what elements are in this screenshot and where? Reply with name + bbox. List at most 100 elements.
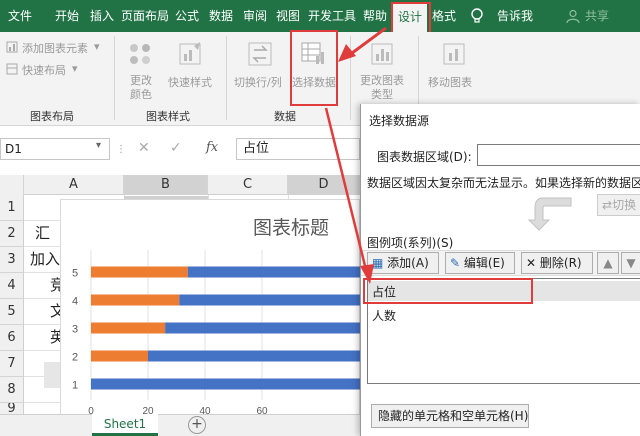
bar-segment[interactable] <box>91 350 148 362</box>
add-chart-element-button[interactable]: 添加图表元素 <box>22 40 88 56</box>
delete-label: 删除(R) <box>539 256 582 270</box>
hidden-empty-cells-button[interactable]: 隐藏的单元格和空单元格(H) <box>371 404 529 428</box>
tab-formulas[interactable]: 公式 <box>172 0 202 32</box>
row-header-1[interactable]: 1 <box>0 195 24 221</box>
tab-review[interactable]: 审阅 <box>240 0 270 32</box>
more-dots-icon: ⋮ <box>116 144 126 155</box>
bar-segment[interactable] <box>165 322 360 334</box>
tab-view[interactable]: 视图 <box>272 0 304 32</box>
move-down-button[interactable]: ▼ <box>621 252 640 274</box>
column-header-d[interactable]: D <box>288 175 360 195</box>
tell-me-search[interactable]: 告诉我 <box>492 0 538 32</box>
switch-row-column-button[interactable]: 切换行/列 <box>234 74 282 90</box>
sheet-tab-bar: Sheet1 + <box>0 414 360 436</box>
bar-segment[interactable] <box>91 378 360 390</box>
ribbon-separator <box>226 36 227 120</box>
cell-a2[interactable]: 汇 <box>35 222 50 243</box>
y-tick-label: 3 <box>72 324 78 336</box>
name-box[interactable]: D1 <box>0 138 110 160</box>
switch-label: 切换 <box>612 198 637 212</box>
row-header-8[interactable]: 8 <box>0 377 24 403</box>
tab-insert[interactable]: 插入 <box>86 0 118 32</box>
up-arrow-icon: ▲ <box>603 256 613 270</box>
quick-styles-icon <box>176 40 204 68</box>
add-sheet-button[interactable]: + <box>188 416 206 434</box>
bar-segment[interactable] <box>91 322 166 334</box>
column-header-a[interactable]: A <box>24 175 124 195</box>
row-header-4[interactable]: 4 <box>0 273 24 299</box>
add-label: 添加(A) <box>387 256 429 270</box>
tab-help[interactable]: 帮助 <box>358 0 392 32</box>
switch-row-column-icon <box>246 40 274 68</box>
quick-layout-icon <box>6 63 18 75</box>
dropdown-arrow-icon: ▾ <box>96 140 102 151</box>
y-tick-label: 4 <box>72 296 78 308</box>
add-series-button[interactable]: ▦ 添加(A) <box>367 252 439 274</box>
design-tab-highlight <box>391 2 431 34</box>
group-label-chart-styles: 图表样式 <box>146 110 190 123</box>
ribbon-separator <box>350 36 351 120</box>
chart-range-label: 图表数据区域(D): <box>377 150 472 164</box>
enter-icon[interactable]: ✓ <box>170 140 182 156</box>
sheet-tab-sheet1[interactable]: Sheet1 <box>92 414 158 436</box>
share-button[interactable]: 共享 <box>582 0 612 32</box>
change-colors-label: 更改颜色 <box>130 74 152 101</box>
select-all-corner[interactable] <box>0 175 24 195</box>
tab-page-layout[interactable]: 页面布局 <box>120 0 170 32</box>
row-header-3[interactable]: 3 <box>0 247 24 273</box>
cell-a8[interactable] <box>44 362 60 388</box>
select-data-source-dialog: 选择数据源 图表数据区域(D): 数据区域因太复杂而无法显示。如果选择新的数据区… <box>360 104 640 436</box>
y-tick-label: 5 <box>72 268 78 280</box>
tab-file[interactable]: 文件 <box>4 0 36 32</box>
chart-element-icon <box>6 41 18 53</box>
cell-a3[interactable]: 加入 <box>30 248 60 269</box>
quick-layout-button[interactable]: 快速布局 <box>22 62 66 78</box>
bar-segment[interactable] <box>148 350 360 362</box>
chart-area[interactable]: 图表标题 0 20 40 60 1 2 3 4 5 <box>60 199 360 417</box>
switch-row-column-dialog-button[interactable]: ⇄切换 <box>597 194 640 216</box>
delete-series-button[interactable]: ✕ 删除(R) <box>521 252 593 274</box>
column-header-c[interactable]: C <box>208 175 288 195</box>
cancel-icon[interactable]: ✕ <box>138 140 150 156</box>
formula-input[interactable]: 占位 <box>236 138 360 160</box>
move-chart-icon <box>440 40 468 68</box>
group-label-data: 数据 <box>274 110 296 123</box>
bar-segment[interactable] <box>91 266 188 278</box>
insert-function-icon[interactable]: fx <box>206 140 218 155</box>
move-chart-button[interactable]: 移动图表 <box>428 74 472 90</box>
group-label-chart-layouts: 图表布局 <box>30 110 74 123</box>
column-header-bar: A B C D <box>0 175 360 195</box>
row-header-2[interactable]: 2 <box>0 221 24 247</box>
tab-format[interactable]: 格式 <box>428 0 460 32</box>
move-up-button[interactable]: ▲ <box>597 252 619 274</box>
row-header-7[interactable]: 7 <box>0 351 24 377</box>
change-chart-type-icon <box>368 40 396 68</box>
change-chart-type-label: 更改图表类型 <box>360 74 404 101</box>
dropdown-arrow-icon: ▾ <box>94 40 100 53</box>
bar-segment[interactable] <box>179 294 360 306</box>
edit-series-button[interactable]: ✎ 编辑(E) <box>445 252 515 274</box>
tab-developer[interactable]: 开发工具 <box>306 0 358 32</box>
chart-range-input[interactable] <box>477 144 640 166</box>
series-item-count[interactable]: 人数 <box>372 307 396 324</box>
select-data-highlight <box>290 30 338 106</box>
bar-chart: 图表标题 0 20 40 6012345 <box>72 217 360 417</box>
row-header-6[interactable]: 6 <box>0 325 24 351</box>
tab-data[interactable]: 数据 <box>205 0 237 32</box>
chart-title[interactable]: 图表标题 <box>253 217 329 239</box>
change-colors-button[interactable]: 更改颜色 <box>130 74 156 102</box>
column-header-b[interactable]: B <box>124 175 208 195</box>
switch-icon: ⇄ <box>602 198 613 212</box>
bar-segment[interactable] <box>91 294 180 306</box>
row-header-5[interactable]: 5 <box>0 299 24 325</box>
dialog-title: 选择数据源 <box>369 114 430 128</box>
down-arrow-icon: ▼ <box>626 256 636 270</box>
series-item-highlight <box>363 278 533 304</box>
change-chart-type-button[interactable]: 更改图表类型 <box>358 74 406 102</box>
change-colors-icon <box>126 40 154 68</box>
lightbulb-icon <box>470 8 484 24</box>
range-too-complex-message: 数据区域因太复杂而无法显示。如果选择新的数据区 <box>367 176 640 190</box>
bar-segment[interactable] <box>187 266 360 278</box>
tab-home[interactable]: 开始 <box>50 0 84 32</box>
quick-styles-button[interactable]: 快速样式 <box>168 74 212 90</box>
